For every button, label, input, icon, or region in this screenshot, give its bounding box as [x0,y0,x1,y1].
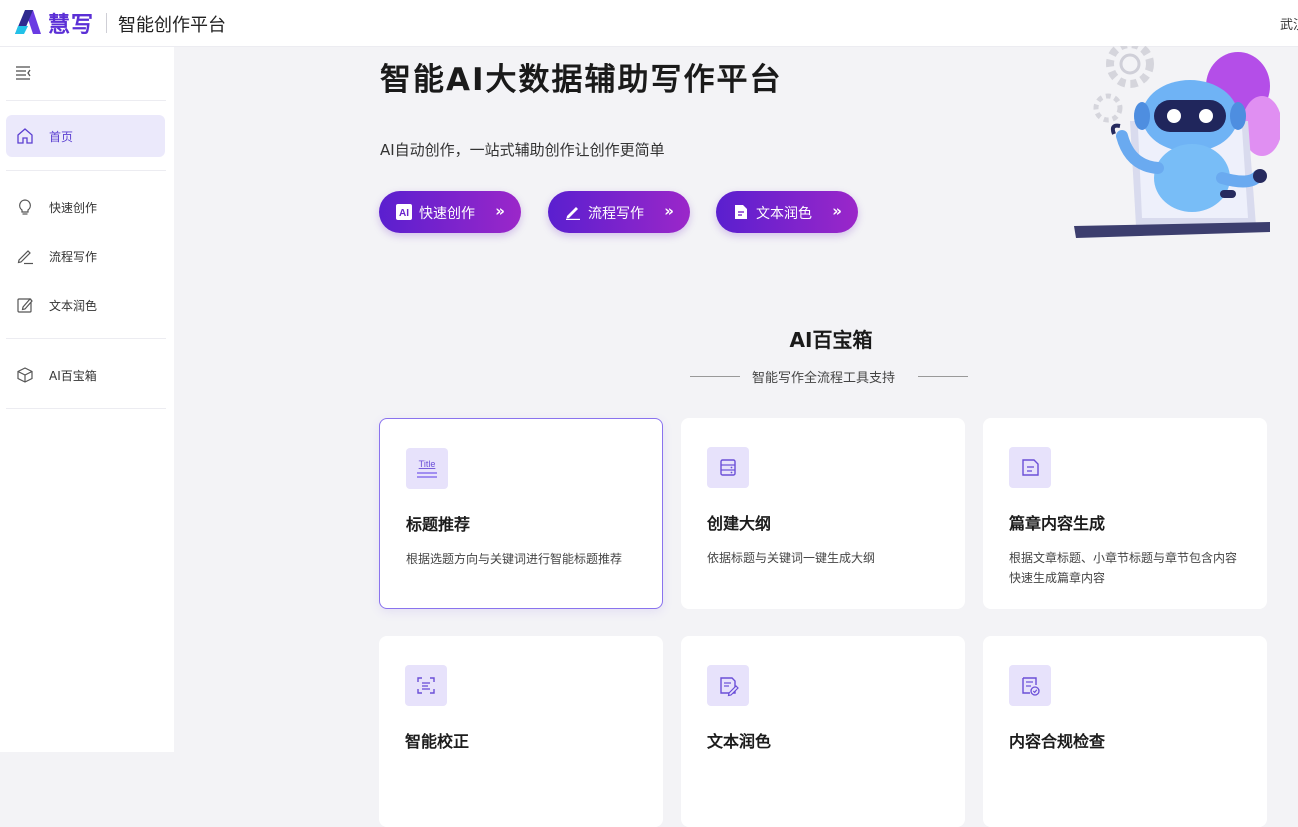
sidebar-item-quick-create[interactable]: 快速创作 [6,186,165,228]
user-name[interactable]: 武汉 [1280,14,1298,33]
ai-icon: AI [396,204,412,220]
edit-document-icon [707,665,749,706]
robot-illustration [1074,46,1280,238]
svg-text:AI: AI [399,208,409,219]
tool-card-smart-correct[interactable]: 智能校正 [379,636,663,827]
lightbulb-icon [19,199,31,215]
double-chevron-right-icon: » [832,202,842,220]
tool-card-chapter-generate[interactable]: 篇章内容生成 根据文章标题、小章节标题与章节包含内容快速生成篇章内容 [983,418,1267,609]
box-icon [17,367,33,383]
sidebar-item-label: 快速创作 [49,201,98,215]
sidebar-item-text-polish[interactable]: 文本润色 [6,284,165,326]
card-title: 文本润色 [707,732,772,751]
section-title: AI百宝箱 [789,328,873,352]
top-header: 慧写 智能创作平台 武汉 [0,0,1298,47]
quick-create-button[interactable]: AI 快速创作 » [379,191,521,233]
sidebar-divider [6,170,166,171]
text-polish-button[interactable]: 文本润色 » [716,191,858,233]
sidebar-item-home[interactable]: 首页 [6,115,165,157]
card-title: 智能校正 [405,732,470,751]
brand-name: 慧写 [48,13,95,38]
process-writing-button[interactable]: 流程写作 » [548,191,690,233]
page-title: 智能AI大数据辅助写作平台 [380,62,783,98]
sidebar-divider [6,408,166,409]
tool-card-compliance-check[interactable]: 内容合规检查 [983,636,1267,827]
check-document-icon [1009,665,1051,706]
section-divider-right [918,376,968,377]
button-label: 文本润色 [756,206,812,222]
card-title: 篇章内容生成 [1009,514,1106,533]
card-title: 内容合规检查 [1009,732,1106,751]
platform-name: 智能创作平台 [118,15,226,36]
sidebar-item-label: 流程写作 [49,250,98,264]
card-description: 根据选题方向与关键词进行智能标题推荐 [406,552,623,566]
home-icon [17,128,33,144]
header-divider [106,13,107,33]
tool-card-text-polish[interactable]: 文本润色 [681,636,965,827]
button-label: 流程写作 [588,206,644,222]
document-icon [735,205,747,219]
page-subtitle: AI自动创作，一站式辅助创作让创作更简单 [380,141,665,159]
sidebar-item-label: 文本润色 [49,299,98,313]
double-chevron-right-icon: » [664,202,674,220]
section-subtitle: 智能写作全流程工具支持 [752,371,896,386]
pen-icon [566,207,580,220]
card-title: 创建大纲 [707,514,772,533]
sidebar-item-ai-toolbox[interactable]: AI百宝箱 [6,354,165,396]
card-title: 标题推荐 [406,515,471,534]
sidebar-divider [6,338,166,339]
double-chevron-right-icon: » [495,202,505,220]
menu-collapse-icon[interactable] [14,63,32,81]
tool-card-title-recommend[interactable]: Title 标题推荐 根据选题方向与关键词进行智能标题推荐 [379,418,663,609]
sidebar-item-label: 首页 [49,130,74,144]
edit-icon [17,298,33,313]
document-icon [1009,447,1051,488]
outline-icon [707,447,749,488]
logo-icon [15,10,41,34]
sidebar-item-process-writing[interactable]: 流程写作 [6,235,165,277]
title-icon-text: Title [419,459,436,469]
tool-card-create-outline[interactable]: 创建大纲 依据标题与关键词一键生成大纲 [681,418,965,609]
section-divider-left [690,376,740,377]
title-icon: Title [406,448,448,489]
sidebar-item-label: AI百宝箱 [49,369,97,383]
pen-icon [17,250,33,265]
card-description: 根据文章标题、小章节标题与章节包含内容快速生成篇章内容 [1009,551,1238,585]
button-label: 快速创作 [419,206,475,222]
sidebar-divider [6,100,166,101]
card-description: 依据标题与关键词一键生成大纲 [707,551,876,565]
scan-icon [405,665,447,706]
sidebar: 首页 快速创作 流程写作 文本润色 AI百宝箱 [0,47,174,752]
